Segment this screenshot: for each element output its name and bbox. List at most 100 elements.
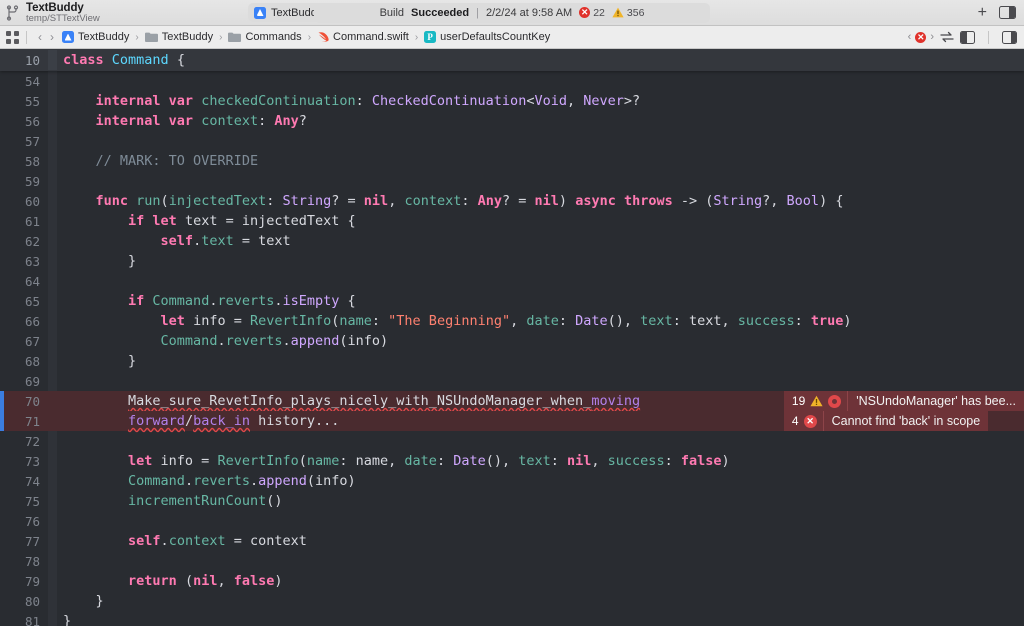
line-number[interactable]: 65 [0,294,48,309]
code-line[interactable]: 59 [0,171,1024,191]
line-number[interactable]: 62 [0,234,48,249]
line-number[interactable]: 63 [0,254,48,269]
line-number[interactable]: 80 [0,594,48,609]
code-line[interactable]: 64 [0,271,1024,291]
line-number[interactable]: 57 [0,134,48,149]
line-number[interactable]: 56 [0,114,48,129]
breadcrumb-item-project[interactable]: TextBuddy [62,31,129,43]
code-text: Make_sure_RevetInfo_plays_nicely_with_NS… [57,393,640,409]
inline-issue-badges[interactable]: 19'NSUndoManager' has bee...4✕Cannot fin… [784,391,1024,431]
code-line[interactable]: 75 incrementRunCount() [0,491,1024,511]
line-number[interactable]: 78 [0,554,48,569]
line-number[interactable]: 66 [0,314,48,329]
code-line[interactable]: 72 [0,431,1024,451]
warning-triangle-icon [612,7,624,18]
code-line[interactable]: 60 func run(injectedText: String? = nil,… [0,191,1024,211]
breadcrumb-item-symbol[interactable]: P userDefaultsCountKey [424,31,550,43]
error-circle-icon[interactable]: ✕ [804,415,817,428]
forward-button[interactable]: › [46,30,58,44]
line-number[interactable]: 68 [0,354,48,369]
code-line[interactable]: 79 return (nil, false) [0,571,1024,591]
line-number[interactable]: 73 [0,454,48,469]
code-line[interactable]: 74 Command.reverts.append(info) [0,471,1024,491]
issue-badge[interactable]: 4✕Cannot find 'back' in scope [784,411,1024,431]
breadcrumb-item-commands[interactable]: Commands [228,31,301,43]
line-number[interactable]: 67 [0,334,48,349]
right-panel-toggle-icon[interactable] [999,6,1016,19]
code-token: / [185,413,193,429]
code-token: Date [453,453,486,469]
next-issue-button[interactable]: › [930,31,934,43]
line-number[interactable]: 75 [0,494,48,509]
code-line[interactable]: 67 Command.reverts.append(info) [0,331,1024,351]
line-number[interactable]: 69 [0,374,48,389]
add-button[interactable]: + [978,5,987,21]
line-number[interactable]: 58 [0,154,48,169]
code-line[interactable]: 73 let info = RevertInfo(name: name, dat… [0,451,1024,471]
code-line[interactable]: 77 self.context = context [0,531,1024,551]
fold-ribbon [48,431,57,451]
line-number[interactable]: 77 [0,534,48,549]
code-line[interactable]: 57 [0,131,1024,151]
project-identity[interactable]: TextBuddy temp/STTextView [0,1,240,24]
issue-count-group[interactable]: 19 [784,391,847,411]
code-text: internal var checkedContinuation: Checke… [57,93,640,109]
line-number[interactable]: 64 [0,274,48,289]
prev-issue-button[interactable]: ‹ [908,31,912,43]
breadcrumb-item-file[interactable]: Command.swift [317,31,409,43]
fold-ribbon [48,571,57,591]
code-token: , [567,93,583,109]
error-circle-icon[interactable]: ✕ [915,32,926,43]
line-number[interactable]: 54 [0,74,48,89]
code-line[interactable]: 65 if Command.reverts.isEmpty { [0,291,1024,311]
code-token: internal var [96,113,202,129]
code-line[interactable]: 62 self.text = text [0,231,1024,251]
build-status-bar[interactable]: Build Succeeded | 2/2/24 at 9:58 AM ✕ 22… [314,3,710,23]
line-number[interactable]: 79 [0,574,48,589]
code-token: : text, [673,313,738,329]
line-number[interactable]: 59 [0,174,48,189]
inspector-toggle-icon[interactable] [1002,31,1017,44]
line-number[interactable]: 76 [0,514,48,529]
code-line[interactable]: 78 [0,551,1024,571]
code-line[interactable]: 80 } [0,591,1024,611]
code-line[interactable]: 66 let info = RevertInfo(name: "The Begi… [0,311,1024,331]
line-number[interactable]: 74 [0,474,48,489]
code-lines-container[interactable]: 54 55 internal var checkedContinuation: C… [0,71,1024,626]
warning-count-badge[interactable]: 356 [612,7,645,19]
code-line[interactable]: 55 internal var checkedContinuation: Che… [0,91,1024,111]
code-token: ) [274,573,282,589]
code-token [63,93,96,109]
code-line[interactable]: 69 [0,371,1024,391]
issue-count-group[interactable]: 4✕ [784,411,823,431]
line-number[interactable]: 70 [0,394,48,409]
issue-badge[interactable]: 19'NSUndoManager' has bee... [784,391,1024,411]
code-line[interactable]: 58 // MARK: TO OVERRIDE [0,151,1024,171]
breadcrumb-item-group[interactable]: TextBuddy [145,31,213,43]
line-number[interactable]: 72 [0,434,48,449]
code-line[interactable]: 63 } [0,251,1024,271]
line-number[interactable]: 61 [0,214,48,229]
error-count-badge[interactable]: ✕ 22 [579,7,605,19]
code-token: ? [299,113,307,129]
code-line[interactable]: 54 [0,71,1024,91]
grid-view-icon[interactable] [6,31,19,44]
code-line[interactable]: 56 internal var context: Any? [0,111,1024,131]
line-number[interactable]: 81 [0,614,48,626]
issue-navigator-controls[interactable]: ‹ ✕ › [908,31,934,43]
code-editor[interactable]: 10 class Command { 5455 internal var che… [0,49,1024,626]
code-line[interactable]: 68 } [0,351,1024,371]
minimap-toggle-icon[interactable] [960,31,975,44]
code-line[interactable]: 61 if let text = injectedText { [0,211,1024,231]
line-number[interactable]: 55 [0,94,48,109]
swap-editor-icon[interactable] [940,31,954,43]
code-line[interactable]: 81} [0,611,1024,626]
code-token [63,573,128,589]
back-button[interactable]: ‹ [34,30,46,44]
line-number[interactable]: 60 [0,194,48,209]
fold-ribbon [48,451,57,471]
line-number[interactable]: 71 [0,414,48,429]
code-text: } [57,253,136,269]
error-collapsed-icon[interactable] [828,395,841,408]
code-line[interactable]: 76 [0,511,1024,531]
